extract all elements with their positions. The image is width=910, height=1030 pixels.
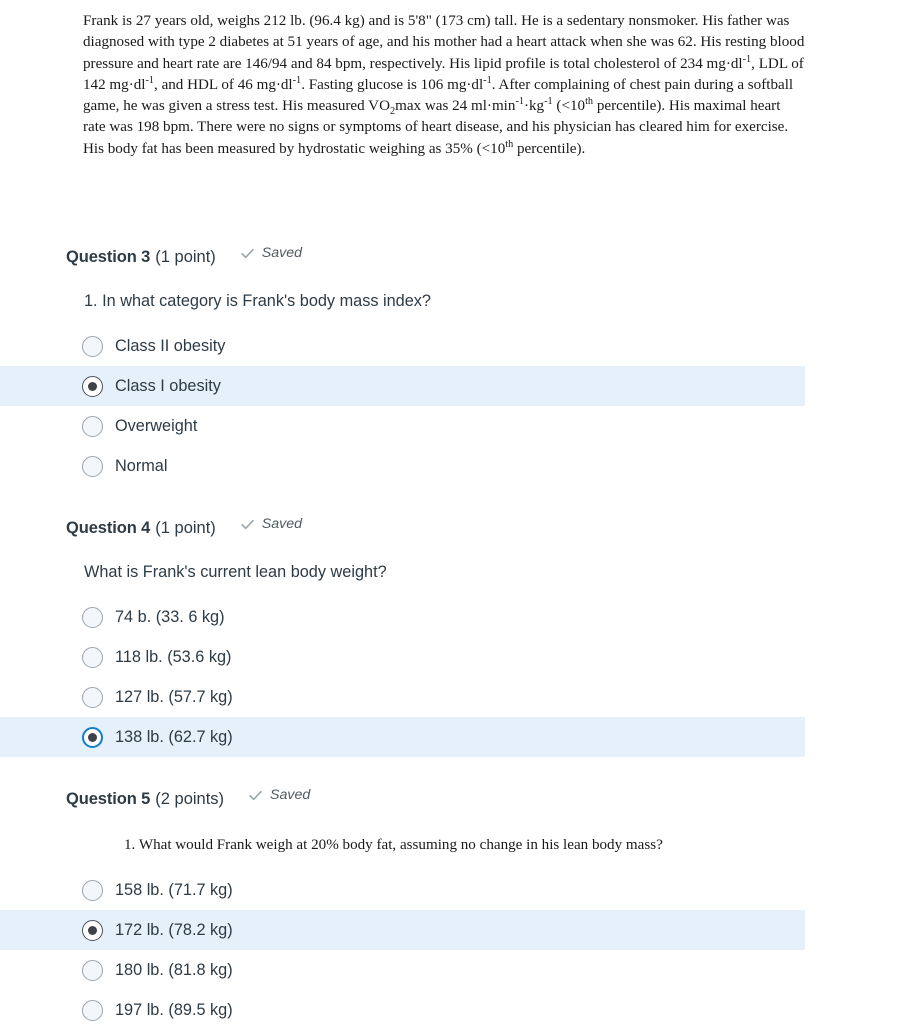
question-title-5: Question 5 [66,789,151,808]
question-status-4: Saved [240,516,302,532]
question-points-3: (1 point) [155,247,216,266]
question-header-4: Question 4 (1 point) Saved [0,516,910,545]
answer-option-q5-1[interactable]: 158 lb. (71.7 kg) [0,870,805,910]
answer-option-q4-3[interactable]: 127 lb. (57.7 kg) [0,677,805,717]
case-study-paragraph: Frank is 27 years old, weighs 212 lb. (9… [83,11,805,160]
case-study-text-run: ·kg [523,98,545,115]
question-header-5: Question 5 (2 points) Saved [0,787,910,816]
question-points-4: (1 point) [155,518,216,537]
question-block-4: Question 4 (1 point) Saved What is Frank's … [0,516,910,757]
radio-button-q4-3[interactable] [82,686,103,708]
question-title-3: Question 3 [66,247,151,266]
check-icon [248,788,263,803]
radio-button-q3-4[interactable] [82,455,103,477]
radio-button-q5-1[interactable] [82,879,103,901]
case-study-text-run: max was 24 ml·min [395,98,516,115]
answer-label-q3-2[interactable]: Class I obesity [115,377,221,396]
answer-option-q5-4[interactable]: 197 lb. (89.5 kg) [0,990,805,1030]
check-icon [240,517,255,532]
saved-label-5: Saved [270,787,311,803]
question-status-5: Saved [248,787,310,803]
case-study-text-run: (<10 [552,98,586,115]
question-header-3: Question 3 (1 point) Saved [0,245,910,274]
answer-option-q5-3[interactable]: 180 lb. (81.8 kg) [0,950,805,990]
question-prompt-5: 1. What would Frank weigh at 20% body fa… [124,837,663,853]
question-prompt-3: 1. In what category is Frank's body mass… [84,292,431,310]
answer-option-q5-2[interactable]: 172 lb. (78.2 kg) [0,910,805,950]
answer-label-q4-3[interactable]: 127 lb. (57.7 kg) [115,688,233,707]
saved-label-3: Saved [261,245,303,261]
radio-button-q3-1[interactable] [82,335,103,357]
answer-option-q4-4[interactable]: 138 lb. (62.7 kg) [0,717,805,757]
radio-button-q4-2[interactable] [82,646,103,668]
answer-label-q3-1[interactable]: Class II obesity [115,337,225,356]
case-study-text-run: , and HDL of 46 mg·dl [154,76,293,93]
answer-label-q5-4[interactable]: 197 lb. (89.5 kg) [115,1001,233,1020]
case-study-text-run: -1 [544,96,553,108]
answer-option-q4-1[interactable]: 74 b. (33. 6 kg) [0,597,805,637]
case-study-text-run: -1 [145,74,155,86]
case-study-text-run: -1 [742,53,752,65]
question-block-3: Question 3 (1 point) Saved 1. In what categ… [0,245,910,486]
question-title-4: Question 4 [66,518,151,537]
answer-label-q4-1[interactable]: 74 b. (33. 6 kg) [115,608,225,627]
radio-button-q3-2[interactable] [82,375,103,397]
answer-label-q3-4[interactable]: Normal [115,457,167,476]
answer-label-q3-3[interactable]: Overweight [115,417,197,436]
radio-button-q3-3[interactable] [82,415,103,437]
radio-button-q4-4[interactable] [82,726,103,748]
check-icon [240,246,255,261]
answer-options-4: 74 b. (33. 6 kg) 118 lb. (53.6 kg) 127 lb.… [0,597,910,757]
case-study-text-run: -1 [292,74,302,86]
radio-button-q5-3[interactable] [82,959,103,981]
radio-button-q5-4[interactable] [82,999,103,1021]
radio-button-q5-2[interactable] [82,919,103,941]
answer-label-q5-3[interactable]: 180 lb. (81.8 kg) [115,961,233,980]
answer-option-q4-2[interactable]: 118 lb. (53.6 kg) [0,637,805,677]
answer-option-q3-2[interactable]: Class I obesity [0,366,805,406]
answer-label-q4-4[interactable]: 138 lb. (62.7 kg) [115,728,233,747]
answer-options-5: 158 lb. (71.7 kg) 172 lb. (78.2 kg) 180 lb… [0,870,910,1030]
case-study-text-run: Frank is 27 years old, weighs 212 lb. (9… [83,13,805,72]
answer-option-q3-1[interactable]: Class II obesity [0,326,805,366]
answer-option-q3-4[interactable]: Normal [0,446,805,486]
case-study-text-run: -1 [483,74,492,86]
question-status-3: Saved [240,245,302,261]
case-study-text-run: percentile). [513,140,586,157]
question-prompt-4: What is Frank's current lean body weight… [84,563,387,581]
saved-label-4: Saved [261,516,303,532]
answer-option-q3-3[interactable]: Overweight [0,406,805,446]
case-study-text-run: . Fasting glucose is 106 mg·dl [301,76,484,93]
answer-label-q5-1[interactable]: 158 lb. (71.7 kg) [115,881,233,900]
answer-label-q5-2[interactable]: 172 lb. (78.2 kg) [115,921,233,940]
radio-button-q4-1[interactable] [82,606,103,628]
answer-label-q4-2[interactable]: 118 lb. (53.6 kg) [115,648,231,667]
question-block-5: Question 5 (2 points) Saved 1. What would F… [0,787,910,1030]
case-study-text-run: th [585,96,594,108]
answer-options-3: Class II obesity Class I obesity Overweigh… [0,326,910,486]
question-points-5: (2 points) [155,789,225,808]
case-study-text-run: -1 [515,96,524,108]
